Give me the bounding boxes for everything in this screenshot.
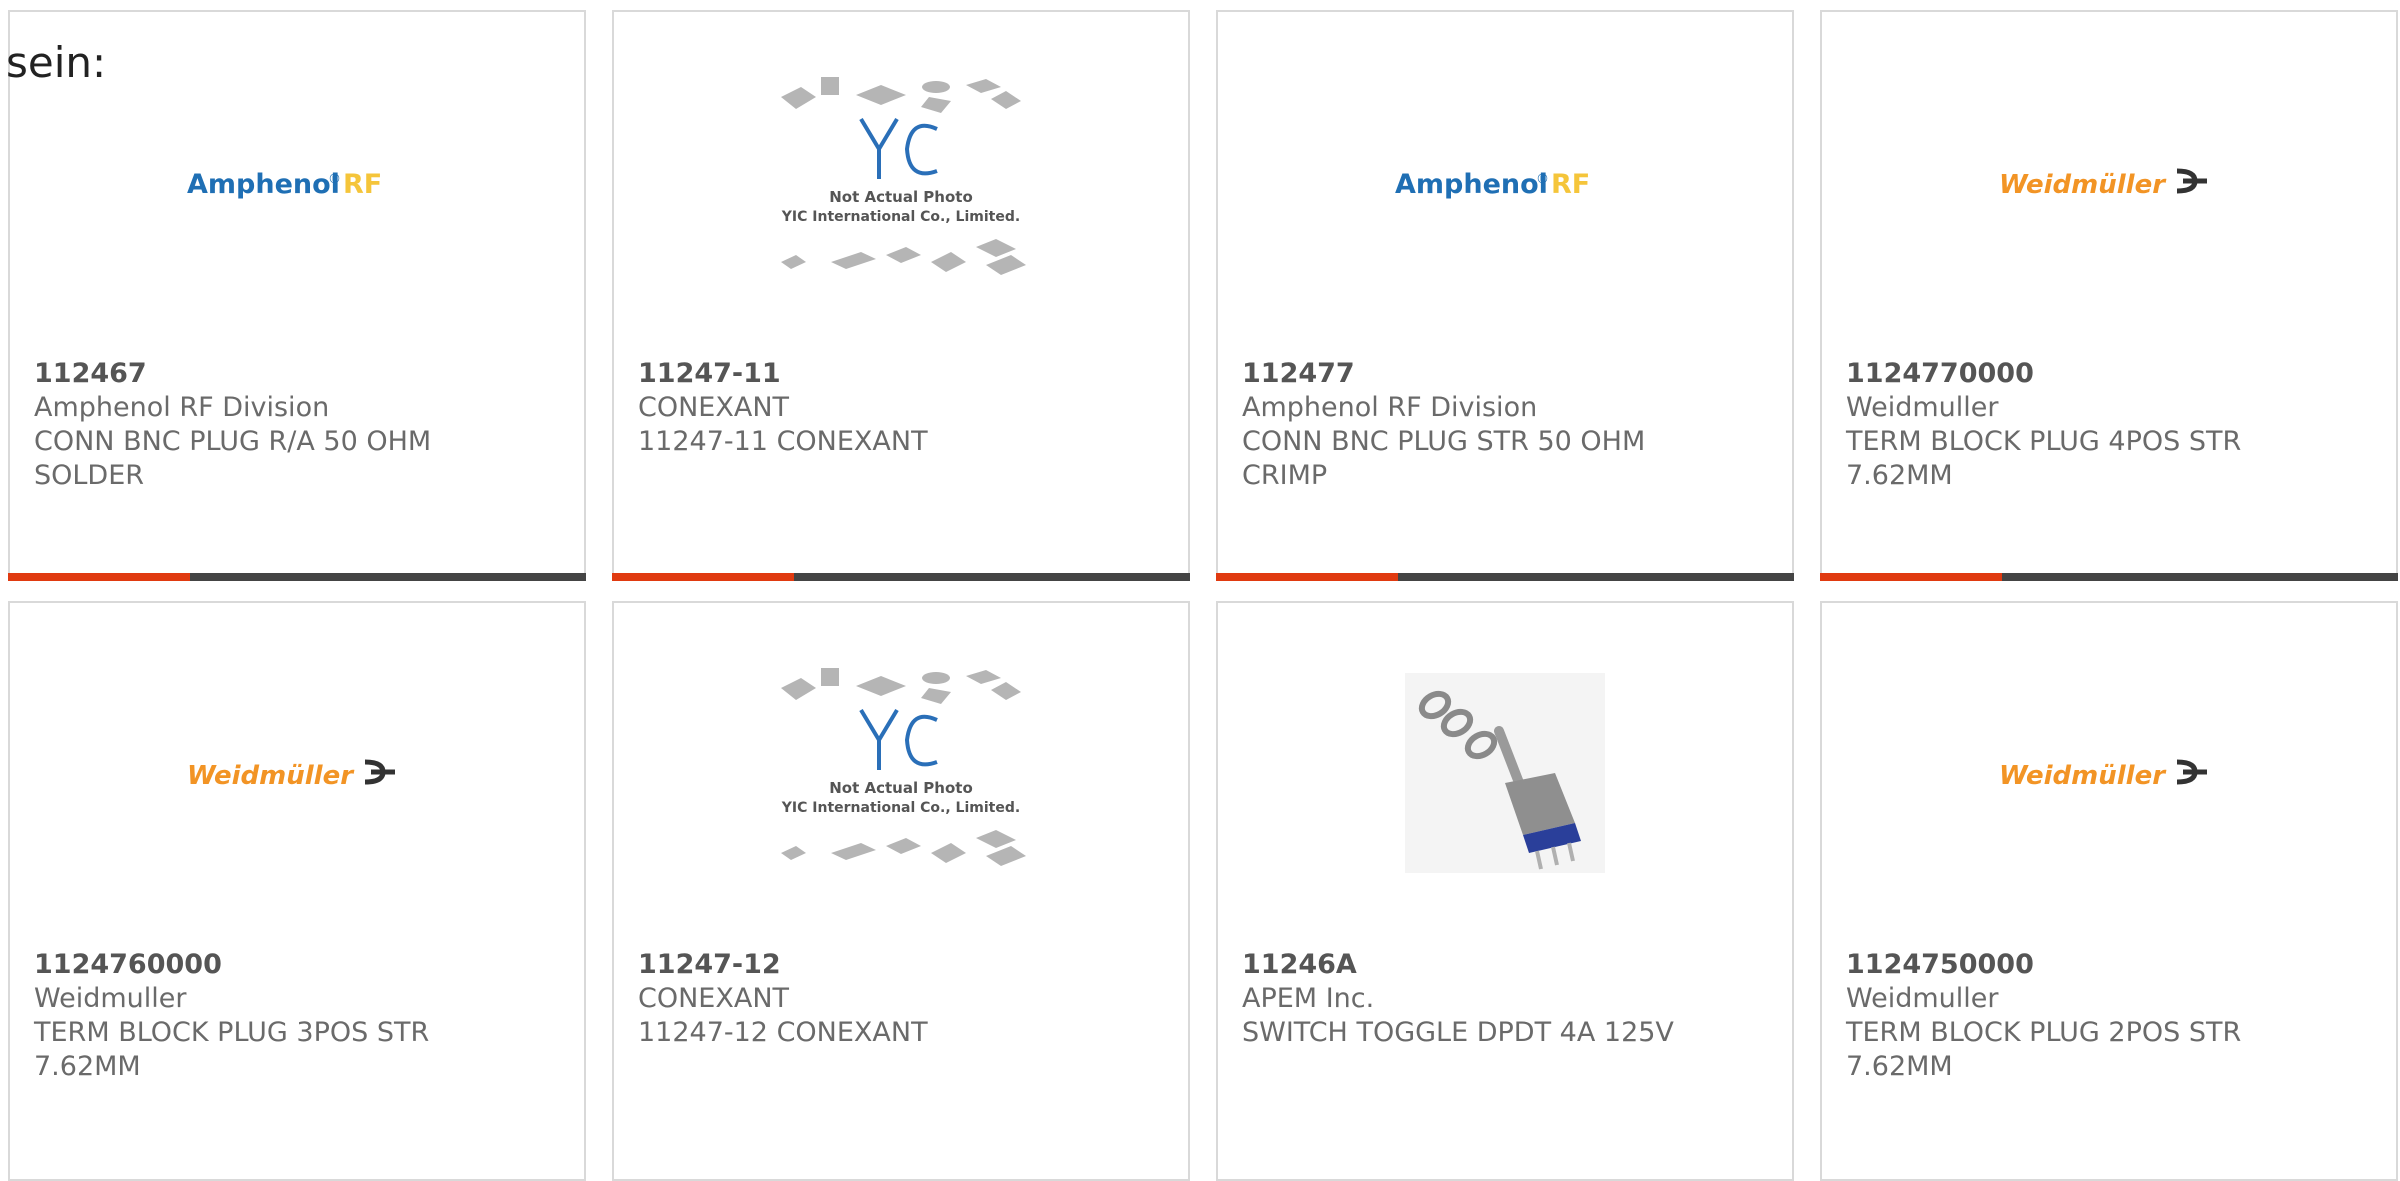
amphenol-rf-logo: Amphenol ® RF <box>187 169 382 200</box>
logo-rf: RF <box>1551 169 1590 200</box>
weidmuller-symbol-icon <box>2176 759 2207 785</box>
intro-text: sein: <box>6 38 107 87</box>
not-actual-photo-placeholder: Not Actual Photo YIC International Co., … <box>781 668 1026 866</box>
card-bar <box>612 573 1190 581</box>
description-cont: 7.62MM <box>34 1051 141 1082</box>
manufacturer: Amphenol RF Division <box>1242 392 1538 423</box>
not-actual-photo-placeholder: Not Actual Photo YIC International Co., … <box>781 77 1026 275</box>
card-bar <box>8 573 586 581</box>
description: 11247-12 CONEXANT <box>638 1017 928 1048</box>
placeholder-text-1: Not Actual Photo <box>829 188 973 206</box>
product-card[interactable]: Not Actual Photo YIC International Co., … <box>612 10 1190 581</box>
product-image: Weidmüller <box>1822 603 2396 943</box>
card-bar <box>1820 573 2398 581</box>
product-grid: Amphenol ® RF 112467 Amphenol RF Divisio… <box>0 0 2400 1181</box>
amphenol-rf-logo: Amphenol ® RF <box>1395 169 1590 200</box>
card-bar-accent <box>8 573 190 581</box>
product-card[interactable]: Amphenol ® RF 112467 Amphenol RF Divisio… <box>8 10 586 581</box>
weidmuller-symbol-icon <box>2176 168 2207 194</box>
card-bar-accent <box>612 573 794 581</box>
product-image: Not Actual Photo YIC International Co., … <box>614 603 1188 943</box>
part-number[interactable]: 112467 <box>34 357 568 391</box>
description: TERM BLOCK PLUG 2POS STR <box>1846 1017 2242 1048</box>
manufacturer: Weidmuller <box>34 983 187 1014</box>
logo-reg: ® <box>1536 172 1549 187</box>
placeholder-text-1: Not Actual Photo <box>829 779 973 797</box>
product-image: Amphenol ® RF <box>1218 12 1792 352</box>
weidmuller-logo: Weidmüller <box>1999 168 2207 200</box>
manufacturer: CONEXANT <box>638 392 790 423</box>
logo-text: Amphenol <box>187 169 340 200</box>
product-card[interactable]: Not Actual Photo YIC International Co., … <box>612 601 1190 1181</box>
manufacturer: Amphenol RF Division <box>34 392 330 423</box>
description-cont: 7.62MM <box>1846 1051 1953 1082</box>
part-number[interactable]: 1124770000 <box>1846 357 2380 391</box>
description: 11247-11 CONEXANT <box>638 426 928 457</box>
part-number[interactable]: 112477 <box>1242 357 1776 391</box>
description-cont: CRIMP <box>1242 460 1328 491</box>
product-card[interactable]: Weidmüller 1124750000 Weidmuller TERM BL… <box>1820 601 2398 1181</box>
placeholder-text-2: YIC International Co., Limited. <box>781 800 1020 816</box>
card-bar-accent <box>1820 573 2002 581</box>
weidmuller-logo: Weidmüller <box>1999 759 2207 791</box>
product-image: Weidmüller <box>10 603 584 943</box>
manufacturer: Weidmuller <box>1846 392 1999 423</box>
logo-reg: ® <box>328 172 341 187</box>
product-image <box>1218 603 1792 943</box>
logo-text: Weidmüller <box>1999 761 2167 791</box>
description: TERM BLOCK PLUG 3POS STR <box>34 1017 430 1048</box>
description: CONN BNC PLUG R/A 50 OHM <box>34 426 432 457</box>
description: CONN BNC PLUG STR 50 OHM <box>1242 426 1646 457</box>
card-bar-accent <box>1216 573 1398 581</box>
manufacturer: CONEXANT <box>638 983 790 1014</box>
description-cont: 7.62MM <box>1846 460 1953 491</box>
manufacturer: Weidmuller <box>1846 983 1999 1014</box>
product-card[interactable]: Amphenol ® RF 112477 Amphenol RF Divisio… <box>1216 10 1794 581</box>
description-cont: SOLDER <box>34 460 145 491</box>
part-number[interactable]: 1124760000 <box>34 948 568 982</box>
description: SWITCH TOGGLE DPDT 4A 125V <box>1242 1017 1674 1048</box>
weidmuller-logo: Weidmüller <box>187 759 395 791</box>
description: TERM BLOCK PLUG 4POS STR <box>1846 426 2242 457</box>
part-number[interactable]: 11247-11 <box>638 357 1172 391</box>
part-number[interactable]: 11247-12 <box>638 948 1172 982</box>
product-card[interactable]: Weidmüller 1124770000 Weidmuller TERM BL… <box>1820 10 2398 581</box>
part-number[interactable]: 11246A <box>1242 948 1776 982</box>
logo-text: Weidmüller <box>187 761 355 791</box>
product-card[interactable]: 11246A APEM Inc. SWITCH TOGGLE DPDT 4A 1… <box>1216 601 1794 1181</box>
part-number[interactable]: 1124750000 <box>1846 948 2380 982</box>
product-image: Not Actual Photo YIC International Co., … <box>614 12 1188 352</box>
card-bar <box>1216 573 1794 581</box>
product-card[interactable]: Weidmüller 1124760000 Weidmuller TERM BL… <box>8 601 586 1181</box>
manufacturer: APEM Inc. <box>1242 983 1375 1014</box>
logo-text: Amphenol <box>1395 169 1548 200</box>
toggle-switch-photo <box>1405 673 1605 873</box>
weidmuller-symbol-icon <box>364 759 395 785</box>
placeholder-text-2: YIC International Co., Limited. <box>781 209 1020 225</box>
logo-rf: RF <box>343 169 382 200</box>
product-image: Weidmüller <box>1822 12 2396 352</box>
logo-text: Weidmüller <box>1999 170 2167 200</box>
